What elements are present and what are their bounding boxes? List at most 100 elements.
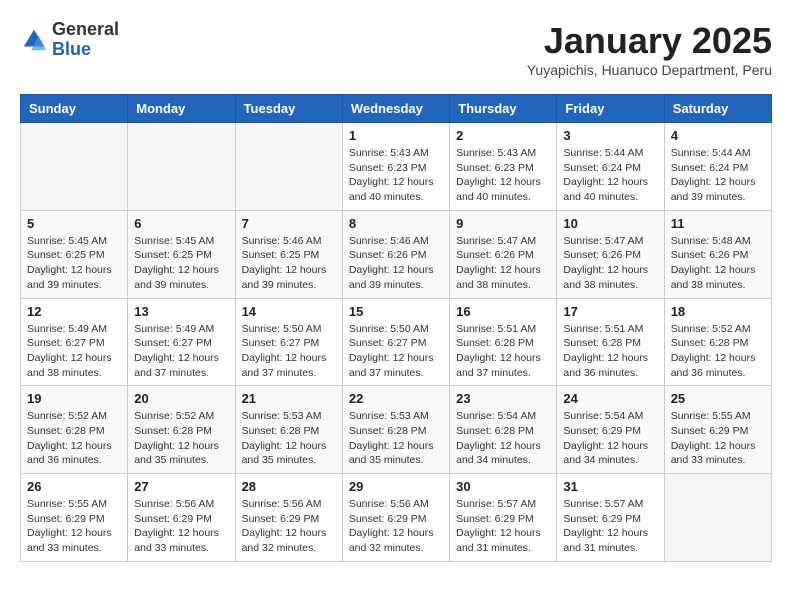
day-info: Sunrise: 5:52 AM Sunset: 6:28 PM Dayligh… bbox=[134, 409, 228, 468]
day-number: 15 bbox=[349, 304, 443, 319]
day-number: 4 bbox=[671, 128, 765, 143]
day-number: 20 bbox=[134, 391, 228, 406]
calendar-cell bbox=[128, 123, 235, 211]
day-number: 26 bbox=[27, 479, 121, 494]
calendar-cell: 16 Sunrise: 5:51 AM Sunset: 6:28 PM Dayli… bbox=[450, 298, 557, 386]
calendar-week-row: 5Sunrise: 5:45 AM Sunset: 6:25 PM Daylig… bbox=[21, 210, 772, 298]
day-number: 28 bbox=[242, 479, 336, 494]
day-info: Sunrise: 5:51 AM Sunset: 6:28 PM Dayligh… bbox=[456, 322, 550, 381]
day-info: Sunrise: 5:48 AM Sunset: 6:26 PM Dayligh… bbox=[671, 234, 765, 293]
day-number: 21 bbox=[242, 391, 336, 406]
calendar-table: SundayMondayTuesdayWednesdayThursdayFrid… bbox=[20, 94, 772, 562]
day-number: 8 bbox=[349, 216, 443, 231]
day-number: 2 bbox=[456, 128, 550, 143]
calendar-cell: 7Sunrise: 5:46 AM Sunset: 6:25 PM Daylig… bbox=[235, 210, 342, 298]
calendar-cell: 26 Sunrise: 5:55 AM Sunset: 6:29 PM Dayli… bbox=[21, 474, 128, 562]
calendar-cell bbox=[235, 123, 342, 211]
day-info: Sunrise: 5:57 AM Sunset: 6:29 PM Dayligh… bbox=[456, 497, 550, 556]
title-block: January 2025 Yuyapichis, Huanuco Departm… bbox=[527, 20, 772, 78]
day-number: 30 bbox=[456, 479, 550, 494]
calendar-week-row: 19 Sunrise: 5:52 AM Sunset: 6:28 PM Dayli… bbox=[21, 386, 772, 474]
logo-general-text: General bbox=[52, 20, 119, 40]
calendar-week-row: 1 Sunrise: 5:43 AM Sunset: 6:23 PM Daylig… bbox=[21, 123, 772, 211]
day-number: 24 bbox=[563, 391, 657, 406]
day-number: 29 bbox=[349, 479, 443, 494]
calendar-cell: 10 Sunrise: 5:47 AM Sunset: 6:26 PM Dayli… bbox=[557, 210, 664, 298]
day-number: 16 bbox=[456, 304, 550, 319]
calendar-cell: 29 Sunrise: 5:56 AM Sunset: 6:29 PM Dayli… bbox=[342, 474, 449, 562]
day-number: 17 bbox=[563, 304, 657, 319]
day-info: Sunrise: 5:54 AM Sunset: 6:29 PM Dayligh… bbox=[563, 409, 657, 468]
day-info: Sunrise: 5:53 AM Sunset: 6:28 PM Dayligh… bbox=[242, 409, 336, 468]
calendar-cell: 28 Sunrise: 5:56 AM Sunset: 6:29 PM Dayli… bbox=[235, 474, 342, 562]
calendar-cell: 27Sunrise: 5:56 AM Sunset: 6:29 PM Dayli… bbox=[128, 474, 235, 562]
day-number: 11 bbox=[671, 216, 765, 231]
calendar-cell: 11 Sunrise: 5:48 AM Sunset: 6:26 PM Dayli… bbox=[664, 210, 771, 298]
logo-icon bbox=[20, 26, 48, 54]
calendar-cell: 13Sunrise: 5:49 AM Sunset: 6:27 PM Dayli… bbox=[128, 298, 235, 386]
day-info: Sunrise: 5:54 AM Sunset: 6:28 PM Dayligh… bbox=[456, 409, 550, 468]
day-info: Sunrise: 5:56 AM Sunset: 6:29 PM Dayligh… bbox=[242, 497, 336, 556]
weekday-header: Sunday bbox=[21, 95, 128, 123]
day-info: Sunrise: 5:44 AM Sunset: 6:24 PM Dayligh… bbox=[563, 146, 657, 205]
calendar-cell: 22 Sunrise: 5:53 AM Sunset: 6:28 PM Dayli… bbox=[342, 386, 449, 474]
day-info: Sunrise: 5:46 AM Sunset: 6:26 PM Dayligh… bbox=[349, 234, 443, 293]
weekday-header: Friday bbox=[557, 95, 664, 123]
weekday-header-row: SundayMondayTuesdayWednesdayThursdayFrid… bbox=[21, 95, 772, 123]
weekday-header: Saturday bbox=[664, 95, 771, 123]
page-header: General Blue January 2025 Yuyapichis, Hu… bbox=[20, 20, 772, 78]
calendar-cell: 3 Sunrise: 5:44 AM Sunset: 6:24 PM Daylig… bbox=[557, 123, 664, 211]
weekday-header: Thursday bbox=[450, 95, 557, 123]
day-number: 22 bbox=[349, 391, 443, 406]
day-info: Sunrise: 5:57 AM Sunset: 6:29 PM Dayligh… bbox=[563, 497, 657, 556]
day-number: 19 bbox=[27, 391, 121, 406]
day-info: Sunrise: 5:56 AM Sunset: 6:29 PM Dayligh… bbox=[349, 497, 443, 556]
day-info: Sunrise: 5:49 AM Sunset: 6:27 PM Dayligh… bbox=[27, 322, 121, 381]
location-text: Yuyapichis, Huanuco Department, Peru bbox=[527, 62, 772, 78]
calendar-cell: 25Sunrise: 5:55 AM Sunset: 6:29 PM Dayli… bbox=[664, 386, 771, 474]
day-number: 23 bbox=[456, 391, 550, 406]
day-info: Sunrise: 5:53 AM Sunset: 6:28 PM Dayligh… bbox=[349, 409, 443, 468]
weekday-header: Tuesday bbox=[235, 95, 342, 123]
calendar-cell: 31 Sunrise: 5:57 AM Sunset: 6:29 PM Dayli… bbox=[557, 474, 664, 562]
calendar-cell: 20 Sunrise: 5:52 AM Sunset: 6:28 PM Dayli… bbox=[128, 386, 235, 474]
calendar-cell: 19 Sunrise: 5:52 AM Sunset: 6:28 PM Dayli… bbox=[21, 386, 128, 474]
day-number: 7 bbox=[242, 216, 336, 231]
weekday-header: Monday bbox=[128, 95, 235, 123]
day-info: Sunrise: 5:52 AM Sunset: 6:28 PM Dayligh… bbox=[27, 409, 121, 468]
day-info: Sunrise: 5:55 AM Sunset: 6:29 PM Dayligh… bbox=[27, 497, 121, 556]
calendar-cell bbox=[21, 123, 128, 211]
day-info: Sunrise: 5:47 AM Sunset: 6:26 PM Dayligh… bbox=[563, 234, 657, 293]
calendar-cell: 30 Sunrise: 5:57 AM Sunset: 6:29 PM Dayli… bbox=[450, 474, 557, 562]
day-info: Sunrise: 5:45 AM Sunset: 6:25 PM Dayligh… bbox=[27, 234, 121, 293]
calendar-cell: 15 Sunrise: 5:50 AM Sunset: 6:27 PM Dayli… bbox=[342, 298, 449, 386]
day-number: 6 bbox=[134, 216, 228, 231]
calendar-cell: 4Sunrise: 5:44 AM Sunset: 6:24 PM Daylig… bbox=[664, 123, 771, 211]
day-number: 12 bbox=[27, 304, 121, 319]
day-info: Sunrise: 5:56 AM Sunset: 6:29 PM Dayligh… bbox=[134, 497, 228, 556]
weekday-header: Wednesday bbox=[342, 95, 449, 123]
calendar-cell: 23 Sunrise: 5:54 AM Sunset: 6:28 PM Dayli… bbox=[450, 386, 557, 474]
day-number: 10 bbox=[563, 216, 657, 231]
calendar-cell: 17Sunrise: 5:51 AM Sunset: 6:28 PM Dayli… bbox=[557, 298, 664, 386]
day-number: 31 bbox=[563, 479, 657, 494]
day-number: 25 bbox=[671, 391, 765, 406]
calendar-cell: 12 Sunrise: 5:49 AM Sunset: 6:27 PM Dayli… bbox=[21, 298, 128, 386]
calendar-cell: 14Sunrise: 5:50 AM Sunset: 6:27 PM Dayli… bbox=[235, 298, 342, 386]
day-info: Sunrise: 5:50 AM Sunset: 6:27 PM Dayligh… bbox=[349, 322, 443, 381]
calendar-cell: 6 Sunrise: 5:45 AM Sunset: 6:25 PM Daylig… bbox=[128, 210, 235, 298]
day-number: 3 bbox=[563, 128, 657, 143]
day-number: 14 bbox=[242, 304, 336, 319]
day-number: 18 bbox=[671, 304, 765, 319]
calendar-cell: 2 Sunrise: 5:43 AM Sunset: 6:23 PM Daylig… bbox=[450, 123, 557, 211]
day-info: Sunrise: 5:45 AM Sunset: 6:25 PM Dayligh… bbox=[134, 234, 228, 293]
calendar-week-row: 26 Sunrise: 5:55 AM Sunset: 6:29 PM Dayli… bbox=[21, 474, 772, 562]
month-title: January 2025 bbox=[527, 20, 772, 62]
day-info: Sunrise: 5:43 AM Sunset: 6:23 PM Dayligh… bbox=[456, 146, 550, 205]
day-number: 1 bbox=[349, 128, 443, 143]
logo-blue-text: Blue bbox=[52, 40, 119, 60]
calendar-cell: 21 Sunrise: 5:53 AM Sunset: 6:28 PM Dayli… bbox=[235, 386, 342, 474]
calendar-cell: 1Sunrise: 5:43 AM Sunset: 6:23 PM Daylig… bbox=[342, 123, 449, 211]
day-number: 9 bbox=[456, 216, 550, 231]
calendar-cell: 18Sunrise: 5:52 AM Sunset: 6:28 PM Dayli… bbox=[664, 298, 771, 386]
